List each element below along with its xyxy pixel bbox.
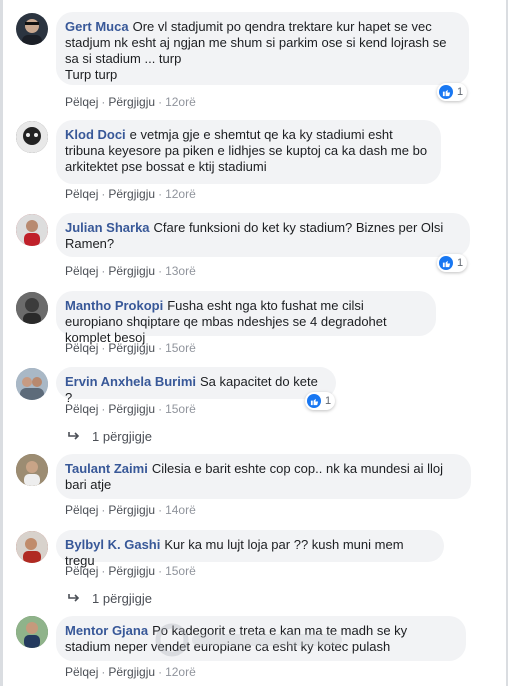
like-icon — [439, 256, 453, 270]
reaction-badge[interactable]: 1 — [437, 83, 468, 101]
timestamp[interactable]: 13orë — [165, 264, 196, 278]
avatar[interactable] — [16, 454, 48, 486]
reaction-count: 1 — [325, 395, 332, 407]
like-link[interactable]: Pëlqej — [65, 503, 98, 517]
comment-actions: Pëlqej · Përgjigju · 15orë — [65, 564, 196, 578]
author-name[interactable]: Julian Sharka — [65, 220, 150, 235]
reaction-count: 1 — [457, 86, 464, 98]
comment-actions: Pëlqej · Përgjigju · 15orë — [65, 402, 196, 416]
comment-bubble: Klod Doci e vetmja gje e shemtut qe ka ky… — [56, 120, 441, 184]
replies-label[interactable]: 1 përgjigje — [92, 591, 152, 606]
timestamp[interactable]: 12orë — [165, 187, 196, 201]
avatar[interactable] — [16, 292, 48, 324]
like-link[interactable]: Pëlqej — [65, 665, 98, 679]
reply-link[interactable]: Përgjigju — [108, 341, 155, 355]
author-name[interactable]: Mantho Prokopi — [65, 298, 163, 313]
reply-arrow-icon — [68, 591, 80, 606]
replies-label[interactable]: 1 përgjigje — [92, 429, 152, 444]
author-name[interactable]: Bylbyl K. Gashi — [65, 537, 160, 552]
author-name[interactable]: Gert Muca — [65, 19, 129, 34]
reply-link[interactable]: Përgjigju — [108, 503, 155, 517]
reaction-count: 1 — [457, 257, 464, 269]
author-name[interactable]: Mentor Gjana — [65, 623, 148, 638]
reply-arrow-icon — [68, 429, 80, 444]
comment-bubble: Bylbyl K. Gashi Kur ka mu lujt loja par ?… — [56, 530, 444, 568]
timestamp[interactable]: 14orë — [165, 503, 196, 517]
like-link[interactable]: Pëlqej — [65, 564, 98, 578]
watermark-logo — [150, 618, 350, 662]
avatar[interactable] — [16, 368, 48, 400]
view-replies-link[interactable]: 1 përgjigje — [68, 429, 152, 444]
author-name[interactable]: Ervin Anxhela Burimi — [65, 374, 196, 389]
reply-link[interactable]: Përgjigju — [108, 665, 155, 679]
comment-actions: Pëlqej · Përgjigju · 15orë — [65, 341, 196, 355]
reaction-badge[interactable]: 1 — [305, 392, 336, 410]
comment-bubble: Gert Muca Ore vl stadjumit po qendra trek… — [56, 12, 469, 85]
comment-bubble: Mantho Prokopi Fusha esht nga kto fushat … — [56, 291, 436, 345]
like-link[interactable]: Pëlqej — [65, 402, 98, 416]
like-icon — [439, 85, 453, 99]
timestamp[interactable]: 15orë — [165, 402, 196, 416]
avatar[interactable] — [16, 531, 48, 563]
author-name[interactable]: Klod Doci — [65, 127, 126, 142]
reaction-badge[interactable]: 1 — [437, 254, 468, 272]
comment-actions: Pëlqej · Përgjigju · 13orë — [65, 264, 196, 278]
avatar[interactable] — [16, 616, 48, 648]
like-link[interactable]: Pëlqej — [65, 187, 98, 201]
avatar[interactable] — [16, 214, 48, 246]
comment-bubble: Taulant Zaimi Cilesia e barit eshte cop c… — [56, 454, 471, 499]
avatar[interactable] — [16, 13, 48, 45]
like-link[interactable]: Pëlqej — [65, 264, 98, 278]
comment-bubble: Ervin Anxhela Burimi Sa kapacitet do kete… — [56, 367, 336, 405]
comment-actions: Pëlqej · Përgjigju · 12orë — [65, 665, 196, 679]
timestamp[interactable]: 12orë — [165, 95, 196, 109]
reply-link[interactable]: Përgjigju — [108, 187, 155, 201]
comment-bubble: Julian Sharka Cfare funksioni do ket ky s… — [56, 213, 470, 257]
comment-actions: Pëlqej · Përgjigju · 12orë — [65, 187, 196, 201]
view-replies-link[interactable]: 1 përgjigje — [68, 591, 152, 606]
reply-link[interactable]: Përgjigju — [108, 95, 155, 109]
like-link[interactable]: Pëlqej — [65, 341, 98, 355]
avatar[interactable] — [16, 121, 48, 153]
timestamp[interactable]: 12orë — [165, 665, 196, 679]
reply-link[interactable]: Përgjigju — [108, 402, 155, 416]
timestamp[interactable]: 15orë — [165, 341, 196, 355]
reply-link[interactable]: Përgjigju — [108, 564, 155, 578]
like-link[interactable]: Pëlqej — [65, 95, 98, 109]
frame-left-border — [0, 0, 3, 686]
reply-link[interactable]: Përgjigju — [108, 264, 155, 278]
comment-actions: Pëlqej · Përgjigju · 12orë — [65, 95, 196, 109]
timestamp[interactable]: 15orë — [165, 564, 196, 578]
like-icon — [307, 394, 321, 408]
comment-actions: Pëlqej · Përgjigju · 14orë — [65, 503, 196, 517]
author-name[interactable]: Taulant Zaimi — [65, 461, 148, 476]
